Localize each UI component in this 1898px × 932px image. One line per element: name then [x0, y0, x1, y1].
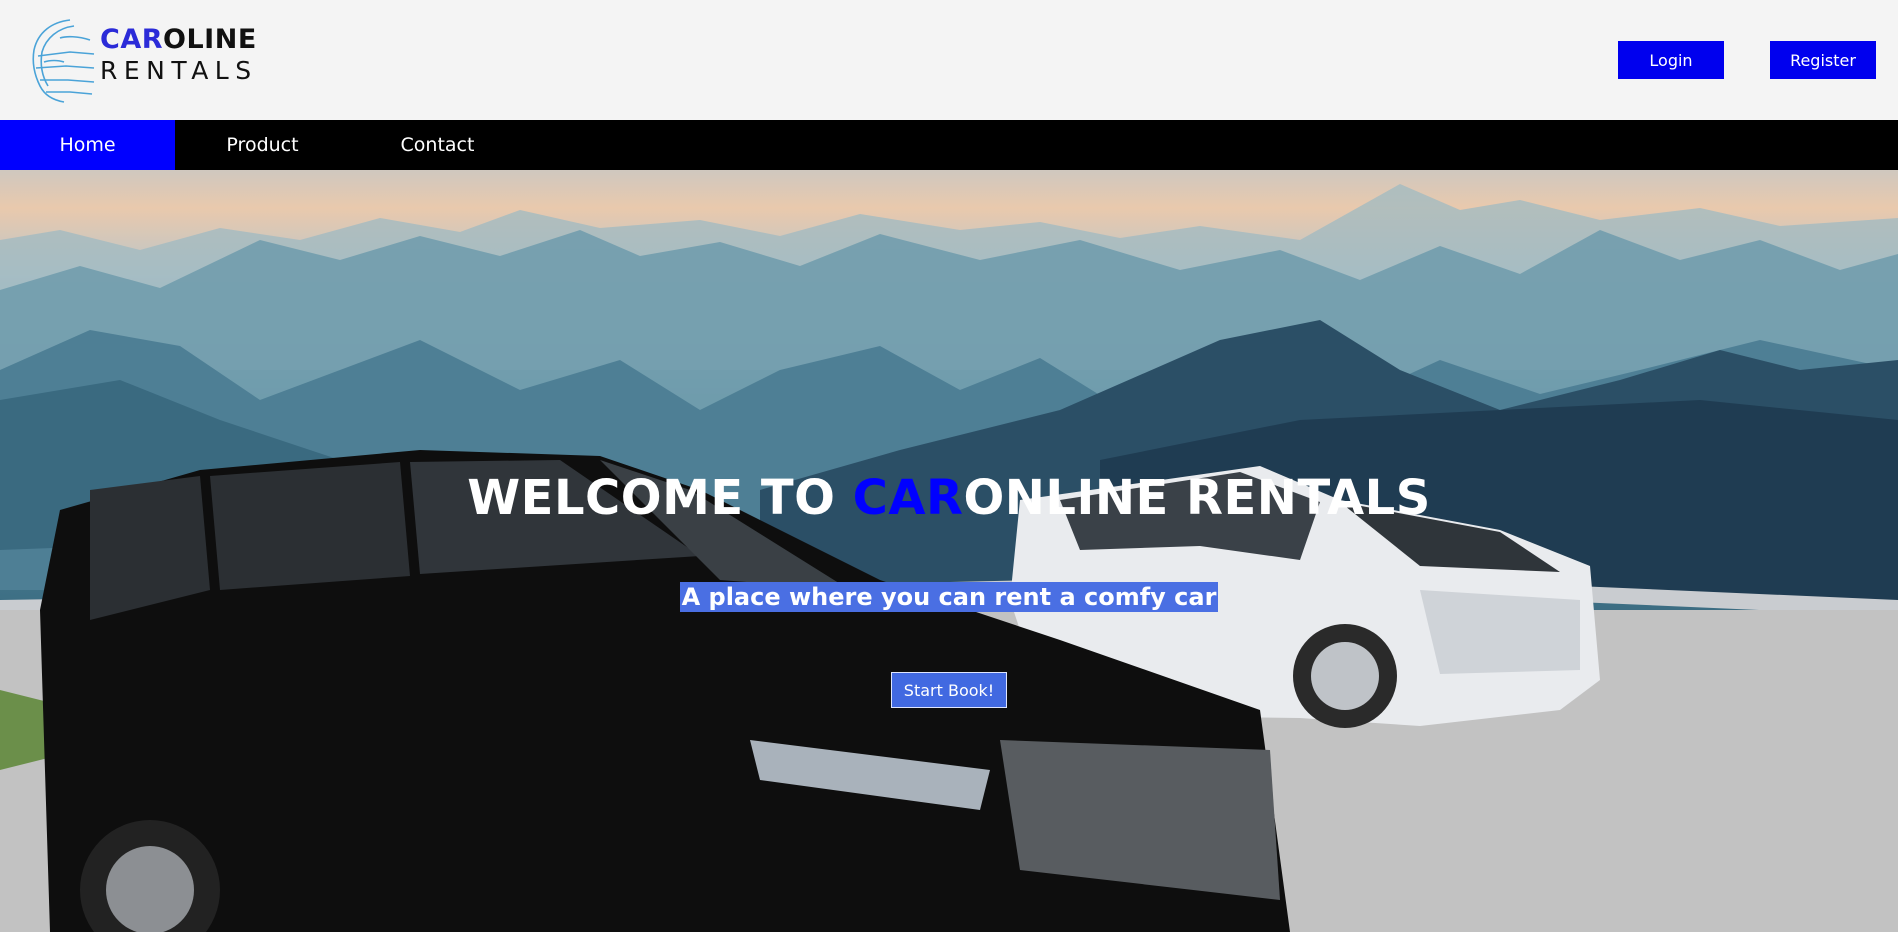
nav-item-home[interactable]: Home: [0, 120, 175, 170]
main-nav: Home Product Contact: [0, 120, 1898, 170]
nav-item-product[interactable]: Product: [175, 120, 350, 170]
hero-title-prefix: WELCOME TO: [467, 470, 853, 526]
nav-item-contact[interactable]: Contact: [350, 120, 525, 170]
login-button[interactable]: Login: [1618, 41, 1724, 79]
start-book-button[interactable]: Start Book!: [891, 672, 1007, 708]
site-logo[interactable]: CAROLINE RENTALS: [30, 16, 256, 106]
logo-subtext: RENTALS: [100, 56, 258, 85]
site-header: CAROLINE RENTALS Login Register: [0, 0, 1898, 120]
register-button[interactable]: Register: [1770, 41, 1876, 79]
logo-wordmark: CAROLINE: [100, 26, 257, 53]
car-outline-logo-icon: [32, 19, 95, 103]
hero-title-accent: CAR: [852, 470, 964, 526]
hero-title: WELCOME TO CARONLINE RENTALS: [0, 470, 1898, 526]
hero-background-image: [0, 184, 1898, 932]
hero-subtitle: A place where you can rent a comfy car: [679, 582, 1219, 612]
logo-rest-text: OLINE: [163, 24, 257, 55]
logo-accent-text: CAR: [100, 24, 164, 55]
hero-banner: WELCOME TO CARONLINE RENTALS A place whe…: [0, 170, 1898, 932]
hero-title-suffix: ONLINE RENTALS: [963, 470, 1431, 526]
hero-subtitle-wrap: A place where you can rent a comfy car: [0, 582, 1898, 612]
